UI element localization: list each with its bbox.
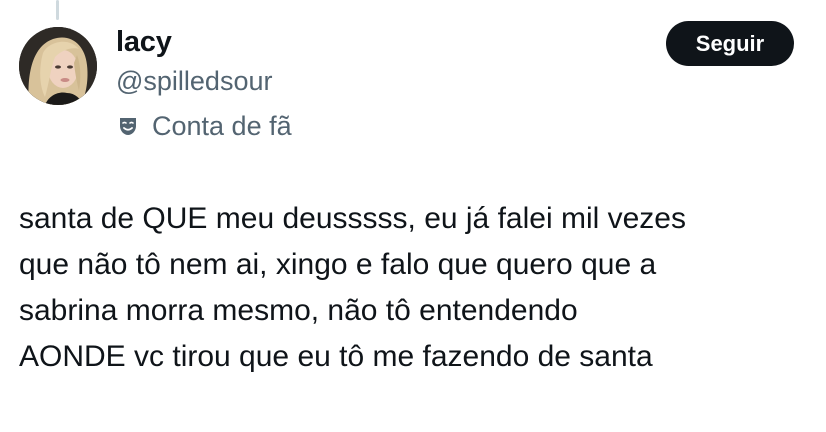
avatar-image (19, 27, 97, 105)
tweet-text: santa de QUE meu deusssss, eu já falei m… (19, 196, 809, 380)
tweet-text-line: santa de QUE meu deusssss, eu já falei m… (19, 202, 686, 235)
fan-account-label: Conta de fã (152, 111, 292, 141)
tweet-card: lacy @spilledsour Conta de fã Seguir san… (0, 0, 826, 432)
theater-masks-icon (116, 114, 140, 138)
thread-connector-line (56, 0, 59, 20)
tweet-text-line: que não tô nem ai, xingo e falo que quer… (19, 248, 657, 281)
author-handle[interactable]: @spilledsour (116, 64, 272, 98)
tweet-text-line: sabrina morra mesmo, não tô entendendo (19, 294, 578, 327)
follow-button[interactable]: Seguir (666, 21, 794, 66)
tweet-text-line: AONDE vc tirou que eu tô me fazendo de s… (19, 340, 653, 373)
avatar[interactable] (19, 27, 97, 105)
author-display-name[interactable]: lacy (116, 24, 172, 60)
fan-account-badge: Conta de fã (116, 109, 292, 143)
